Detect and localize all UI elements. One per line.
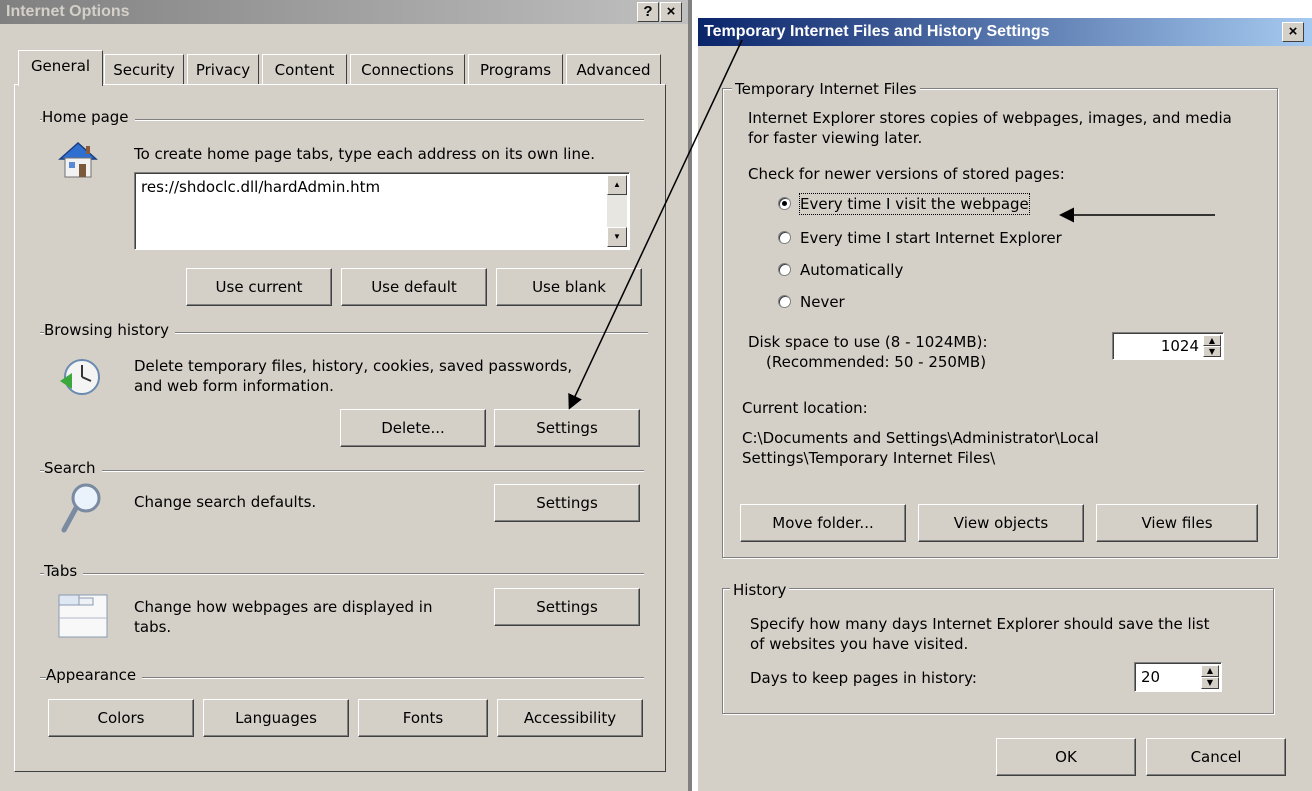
arrow-settings-to-dialog — [568, 39, 743, 410]
tab-general[interactable]: General — [18, 50, 103, 86]
annotation-arrows — [568, 39, 1215, 410]
